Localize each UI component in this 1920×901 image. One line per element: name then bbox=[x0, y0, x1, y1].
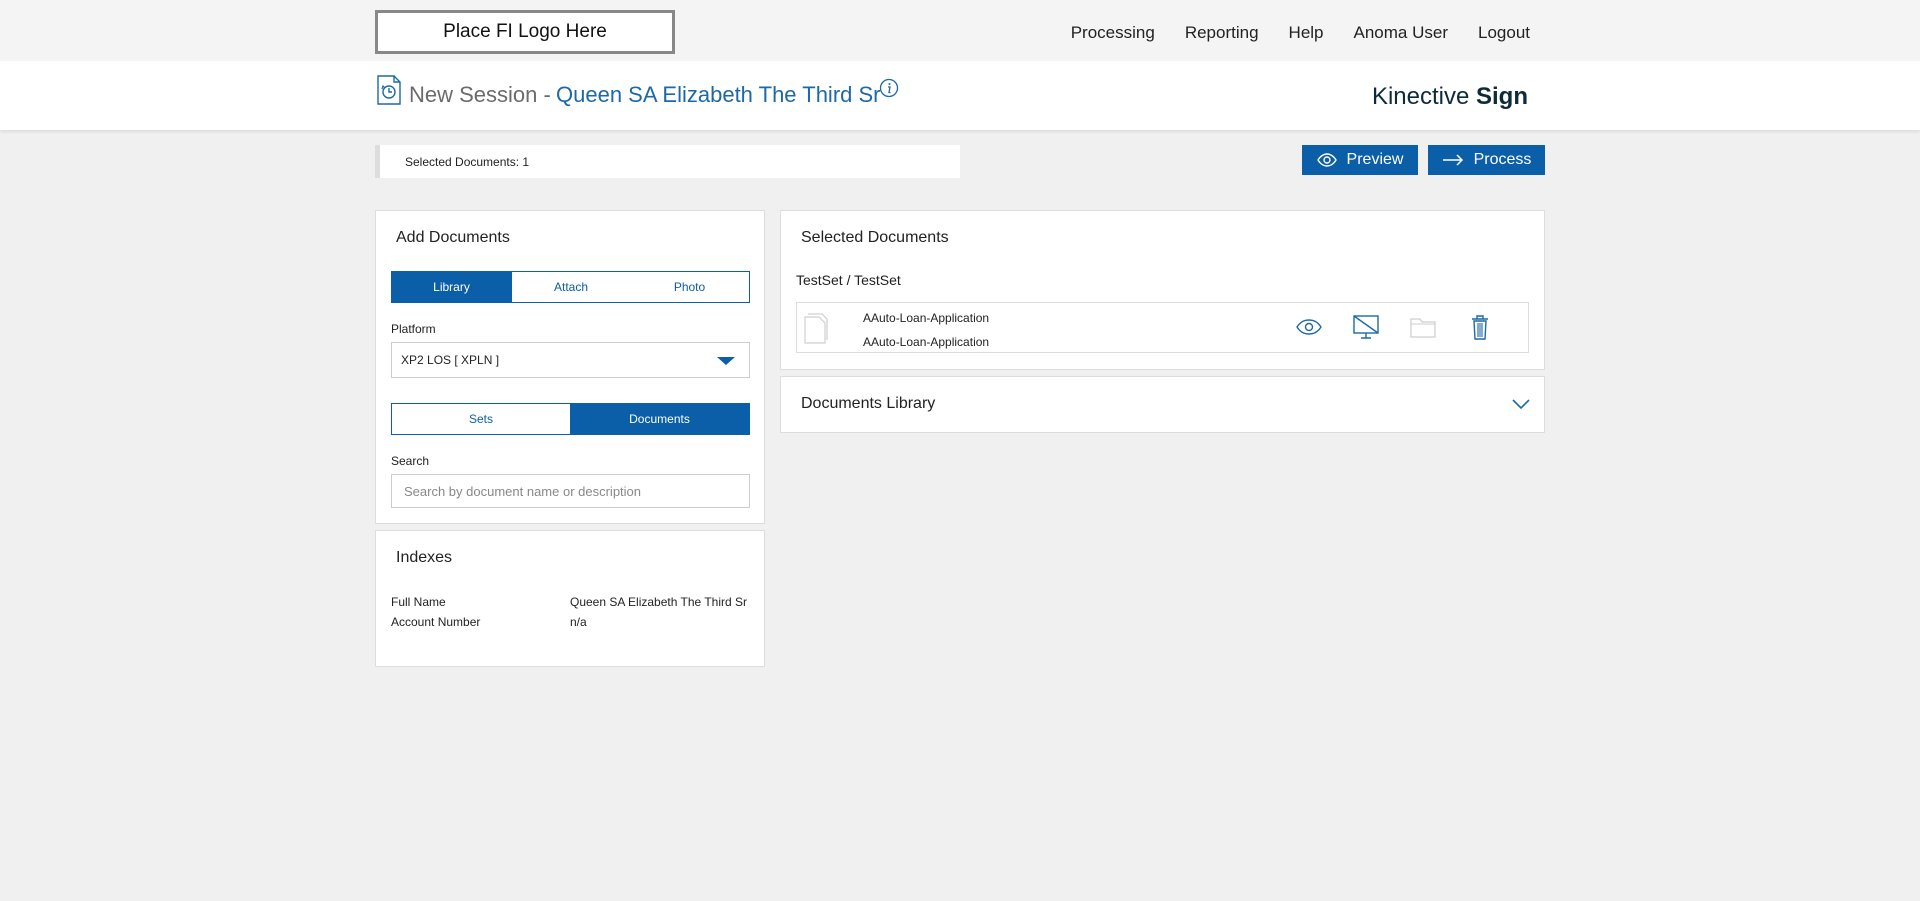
platform-label: Platform bbox=[391, 322, 436, 336]
search-input[interactable] bbox=[391, 474, 750, 508]
selected-count-bar: Selected Documents: 1 bbox=[375, 145, 960, 178]
folder-icon bbox=[1410, 318, 1436, 338]
view-document-eye-icon[interactable] bbox=[1294, 313, 1324, 341]
indexes-title: Indexes bbox=[396, 549, 453, 566]
document-name: AAuto-Loan-Application bbox=[863, 311, 990, 325]
preview-label: Preview bbox=[1346, 151, 1404, 168]
search-label: Search bbox=[391, 454, 430, 468]
tab-sets[interactable]: Sets bbox=[392, 404, 570, 434]
selected-documents-panel: Selected Documents TestSet / TestSet AAu… bbox=[780, 210, 1545, 370]
source-tabs: Library Attach Photo bbox=[391, 271, 750, 303]
add-documents-title: Add Documents bbox=[396, 229, 510, 246]
chevron-down-icon[interactable] bbox=[1512, 398, 1530, 410]
selected-documents-title: Selected Documents bbox=[801, 229, 949, 246]
documents-library-panel[interactable]: Documents Library bbox=[780, 376, 1545, 433]
tab-attach[interactable]: Attach bbox=[511, 272, 630, 302]
view-tabs: Sets Documents bbox=[391, 403, 750, 435]
session-header: New Session - Queen SA Elizabeth The Thi… bbox=[0, 61, 1920, 130]
arrow-right-icon bbox=[1442, 154, 1463, 166]
indexes-panel: Indexes Full Name Queen SA Elizabeth The… bbox=[375, 530, 765, 667]
tab-library[interactable]: Library bbox=[392, 272, 511, 302]
set-name: TestSet / TestSet bbox=[796, 272, 901, 288]
nav-help[interactable]: Help bbox=[1289, 23, 1324, 43]
delete-trash-icon[interactable] bbox=[1465, 313, 1495, 341]
process-label: Process bbox=[1473, 151, 1532, 168]
sign-on-screen-off-icon[interactable] bbox=[1351, 313, 1381, 341]
index-value-full-name: Queen SA Elizabeth The Third Sr bbox=[570, 595, 747, 609]
documents-library-title: Documents Library bbox=[801, 395, 936, 412]
chevron-down-icon bbox=[717, 357, 735, 365]
nav-user-menu[interactable]: Anoma User bbox=[1354, 23, 1448, 43]
session-customer-name: Queen SA Elizabeth The Third Sr bbox=[556, 82, 881, 107]
session-title: New Session - bbox=[409, 82, 551, 107]
top-bar: Place FI Logo Here Processing Reporting … bbox=[0, 0, 1920, 61]
nav-reporting[interactable]: Reporting bbox=[1185, 23, 1259, 43]
top-nav: Processing Reporting Help Anoma User Log… bbox=[1071, 0, 1530, 66]
eye-icon bbox=[1316, 153, 1337, 167]
info-icon[interactable] bbox=[879, 78, 899, 98]
process-button[interactable]: Process bbox=[1428, 145, 1545, 175]
index-label-account-number: Account Number bbox=[391, 615, 481, 629]
tab-photo[interactable]: Photo bbox=[630, 272, 749, 302]
session-history-icon bbox=[377, 75, 401, 105]
preview-button[interactable]: Preview bbox=[1302, 145, 1418, 175]
document-file-icon bbox=[804, 313, 828, 344]
platform-select[interactable]: XP2 LOS [ XPLN ] bbox=[391, 342, 750, 378]
index-value-account-number: n/a bbox=[570, 615, 587, 629]
index-label-full-name: Full Name bbox=[391, 595, 446, 609]
document-description: AAuto-Loan-Application bbox=[863, 335, 990, 349]
fi-logo-placeholder: Place FI Logo Here bbox=[375, 10, 675, 54]
nav-processing[interactable]: Processing bbox=[1071, 23, 1155, 43]
tab-documents[interactable]: Documents bbox=[570, 404, 749, 434]
document-row: AAuto-Loan-Application AAuto-Loan-Applic… bbox=[796, 302, 1529, 353]
nav-logout[interactable]: Logout bbox=[1478, 23, 1530, 43]
platform-value: XP2 LOS [ XPLN ] bbox=[401, 353, 500, 367]
brand-logo: Kinective Sign bbox=[1371, 83, 1528, 110]
add-documents-panel: Add Documents Library Attach Photo Platf… bbox=[375, 210, 765, 524]
